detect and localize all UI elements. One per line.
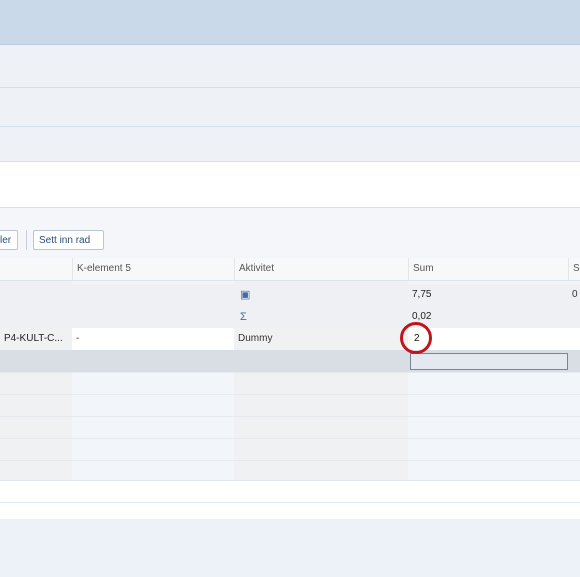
s-cell[interactable]: 0	[568, 284, 580, 306]
k-element-5-cell[interactable]: -	[72, 328, 234, 350]
header-band-1	[0, 45, 580, 88]
row-divider	[0, 416, 580, 417]
header-band-3	[0, 127, 580, 162]
sum-cell[interactable]: 7,75	[408, 284, 568, 306]
insert-row-button[interactable]: Sett inn rad	[33, 230, 104, 250]
sum-cell[interactable]: 0,02	[408, 306, 568, 328]
column-header-k-element-5[interactable]: K-element 5	[72, 258, 234, 280]
grid-footer-strip	[0, 502, 580, 520]
grid-header-row: K-element 5 Aktivitet Sum S	[0, 258, 580, 281]
highlight-circle	[400, 322, 432, 354]
column-header-s[interactable]: S	[568, 258, 580, 280]
header-band-2	[0, 88, 580, 127]
active-cell-editor[interactable]	[410, 353, 568, 370]
row-divider	[0, 438, 580, 439]
toolbar-separator	[26, 230, 27, 250]
toolbar-partial-button[interactable]: ler	[0, 230, 18, 250]
sum-cell[interactable]: 2	[408, 328, 568, 350]
row-divider	[0, 372, 580, 373]
aktivitet-cell[interactable]: Dummy	[234, 328, 408, 350]
column-header-first[interactable]	[0, 258, 72, 280]
first-cell[interactable]: P4-KULT-C...	[0, 328, 72, 350]
grid-footer-row	[0, 480, 580, 503]
page-bottom-area	[0, 519, 580, 577]
column-header-aktivitet[interactable]: Aktivitet	[234, 258, 408, 280]
table-row[interactable]: ▣ 7,75 0	[0, 284, 580, 306]
table-row[interactable]: Σ 0,02	[0, 306, 580, 328]
top-header-bar	[0, 0, 580, 45]
row-divider	[0, 460, 580, 461]
row-divider	[0, 394, 580, 395]
column-header-sum[interactable]: Sum	[408, 258, 568, 280]
sigma-icon[interactable]: Σ	[236, 306, 406, 328]
table-row[interactable]: P4-KULT-C... - Dummy 2	[0, 328, 580, 350]
form-area	[0, 162, 580, 208]
calendar-icon[interactable]: ▣	[236, 284, 406, 306]
